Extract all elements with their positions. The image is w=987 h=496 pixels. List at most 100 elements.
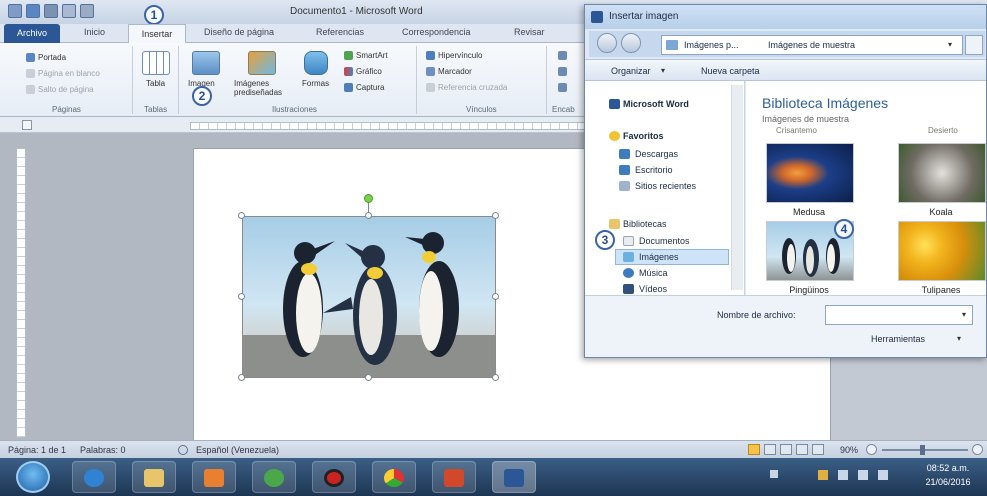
marcador-button[interactable]: Marcador bbox=[438, 67, 472, 76]
tab-archivo[interactable]: Archivo bbox=[4, 24, 60, 43]
tab-diseno-pagina[interactable]: Diseño de página bbox=[204, 27, 274, 37]
clock-time[interactable]: 08:52 a.m. bbox=[918, 463, 978, 473]
zoom-out-icon[interactable] bbox=[866, 444, 877, 455]
zoom-level[interactable]: 90% bbox=[840, 445, 858, 455]
taskbar-ie[interactable] bbox=[72, 461, 116, 493]
thumb-medusa[interactable] bbox=[766, 143, 854, 203]
rotation-handle[interactable] bbox=[364, 194, 373, 203]
captura-button[interactable]: Captura bbox=[356, 83, 384, 92]
zoom-in-icon[interactable] bbox=[972, 444, 983, 455]
thumb-label-koala[interactable]: Koala bbox=[896, 207, 986, 217]
imagenes-prediseñadas-button[interactable]: Imágenes prediseñadas bbox=[234, 79, 290, 97]
full-screen-reading-icon[interactable] bbox=[764, 444, 776, 455]
thumb-label-crisantemo[interactable]: Crisantemo bbox=[776, 126, 817, 135]
salto-pagina-button[interactable]: Salto de página bbox=[38, 85, 94, 94]
proofing-icon[interactable] bbox=[178, 445, 188, 455]
grafico-button[interactable]: Gráfico bbox=[356, 67, 382, 76]
thumb-koala[interactable] bbox=[898, 143, 986, 203]
nav-videos[interactable]: Vídeos bbox=[639, 284, 667, 294]
nav-favoritos[interactable]: Favoritos bbox=[623, 131, 664, 141]
organizar-button[interactable]: Organizar bbox=[611, 66, 651, 76]
back-arrow-icon[interactable] bbox=[597, 33, 617, 53]
nav-bibliotecas[interactable]: Bibliotecas bbox=[623, 219, 667, 229]
undo-icon[interactable] bbox=[44, 4, 58, 18]
resize-handle[interactable] bbox=[492, 293, 499, 300]
taskbar-media-player[interactable] bbox=[192, 461, 236, 493]
thumb-label-pinguinos[interactable]: Pingüinos bbox=[764, 285, 854, 295]
quick-access-dropdown-icon[interactable] bbox=[80, 4, 94, 18]
nav-documentos[interactable]: Documentos bbox=[639, 236, 690, 246]
tray-expand-icon[interactable] bbox=[770, 470, 778, 478]
nav-scrollbar[interactable] bbox=[731, 85, 743, 290]
refresh-icon[interactable] bbox=[965, 35, 983, 55]
herramientas-dropdown-icon[interactable]: ▾ bbox=[957, 334, 961, 343]
draft-icon[interactable] bbox=[812, 444, 824, 455]
filename-input[interactable]: ▾ bbox=[825, 305, 973, 325]
start-button-icon[interactable] bbox=[16, 461, 50, 493]
smartart-button[interactable]: SmartArt bbox=[356, 51, 388, 60]
resize-handle[interactable] bbox=[365, 374, 372, 381]
pagina-en-blanco-button[interactable]: Página en blanco bbox=[38, 69, 100, 78]
resize-handle[interactable] bbox=[238, 293, 245, 300]
outline-icon[interactable] bbox=[796, 444, 808, 455]
print-layout-icon[interactable] bbox=[748, 444, 760, 455]
path-segment-2[interactable]: Imágenes de muestra bbox=[768, 40, 855, 50]
web-layout-icon[interactable] bbox=[780, 444, 792, 455]
clock-date[interactable]: 21/06/2016 bbox=[918, 477, 978, 487]
tab-correspondencia[interactable]: Correspondencia bbox=[402, 27, 471, 37]
thumb-label-desierto[interactable]: Desierto bbox=[928, 126, 958, 135]
tabla-button[interactable]: Tabla bbox=[146, 79, 165, 88]
language[interactable]: Español (Venezuela) bbox=[196, 445, 279, 455]
tab-revisar[interactable]: Revisar bbox=[514, 27, 545, 37]
hipervinculo-button[interactable]: Hipervínculo bbox=[438, 51, 482, 60]
formas-button[interactable]: Formas bbox=[302, 79, 329, 88]
path-dropdown-icon[interactable]: ▾ bbox=[948, 40, 952, 49]
thumb-label-tulipanes[interactable]: Tulipanes bbox=[896, 285, 986, 295]
taskbar-explorer[interactable] bbox=[132, 461, 176, 493]
resize-handle[interactable] bbox=[238, 212, 245, 219]
taskbar-app-record[interactable] bbox=[312, 461, 356, 493]
tray-network-icon[interactable] bbox=[838, 470, 848, 480]
tray-volume-icon[interactable] bbox=[858, 470, 868, 480]
vertical-ruler[interactable] bbox=[16, 148, 26, 438]
redo-icon[interactable] bbox=[62, 4, 76, 18]
taskbar-app-green[interactable] bbox=[252, 461, 296, 493]
nav-musica[interactable]: Música bbox=[639, 268, 668, 278]
taskbar-powerpoint[interactable] bbox=[432, 461, 476, 493]
inserted-penguins-image[interactable] bbox=[242, 216, 496, 378]
zoom-slider-thumb[interactable] bbox=[920, 445, 925, 455]
tray-flag-icon[interactable] bbox=[818, 470, 828, 480]
path-segment-1[interactable]: Imágenes p... bbox=[684, 40, 739, 50]
page-count[interactable]: Página: 1 de 1 bbox=[8, 445, 66, 455]
resize-handle[interactable] bbox=[492, 212, 499, 219]
nav-sitios-recientes[interactable]: Sitios recientes bbox=[635, 181, 696, 191]
referencia-cruzada-button[interactable]: Referencia cruzada bbox=[438, 83, 507, 92]
zoom-slider[interactable] bbox=[882, 449, 968, 451]
path-box[interactable]: Imágenes p... Imágenes de muestra ▾ bbox=[661, 35, 963, 55]
word-count[interactable]: Palabras: 0 bbox=[80, 445, 126, 455]
tab-referencias[interactable]: Referencias bbox=[316, 27, 364, 37]
nav-microsoft-word[interactable]: Microsoft Word bbox=[623, 99, 689, 109]
tab-inicio[interactable]: Inicio bbox=[84, 27, 105, 37]
horizontal-ruler[interactable] bbox=[190, 122, 600, 130]
thumb-label-medusa[interactable]: Medusa bbox=[764, 207, 854, 217]
nav-escritorio[interactable]: Escritorio bbox=[635, 165, 673, 175]
nueva-carpeta-button[interactable]: Nueva carpeta bbox=[701, 66, 760, 76]
resize-handle[interactable] bbox=[238, 374, 245, 381]
resize-handle[interactable] bbox=[492, 374, 499, 381]
organizar-dropdown-icon[interactable]: ▾ bbox=[661, 66, 665, 75]
nav-descargas[interactable]: Descargas bbox=[635, 149, 678, 159]
tab-insertar[interactable]: Insertar bbox=[128, 24, 186, 44]
taskbar-chrome[interactable] bbox=[372, 461, 416, 493]
portada-button[interactable]: Portada bbox=[38, 53, 66, 62]
save-icon[interactable] bbox=[26, 4, 40, 18]
taskbar-word[interactable] bbox=[492, 461, 536, 493]
nav-imagenes[interactable]: Imágenes bbox=[639, 252, 679, 262]
tab-selector-icon[interactable] bbox=[22, 120, 32, 130]
herramientas-button[interactable]: Herramientas bbox=[871, 334, 925, 344]
thumb-tulipanes[interactable] bbox=[898, 221, 986, 281]
forward-arrow-icon[interactable] bbox=[621, 33, 641, 53]
tray-power-icon[interactable] bbox=[878, 470, 888, 480]
filename-dropdown-icon[interactable]: ▾ bbox=[962, 310, 966, 319]
resize-handle[interactable] bbox=[365, 212, 372, 219]
